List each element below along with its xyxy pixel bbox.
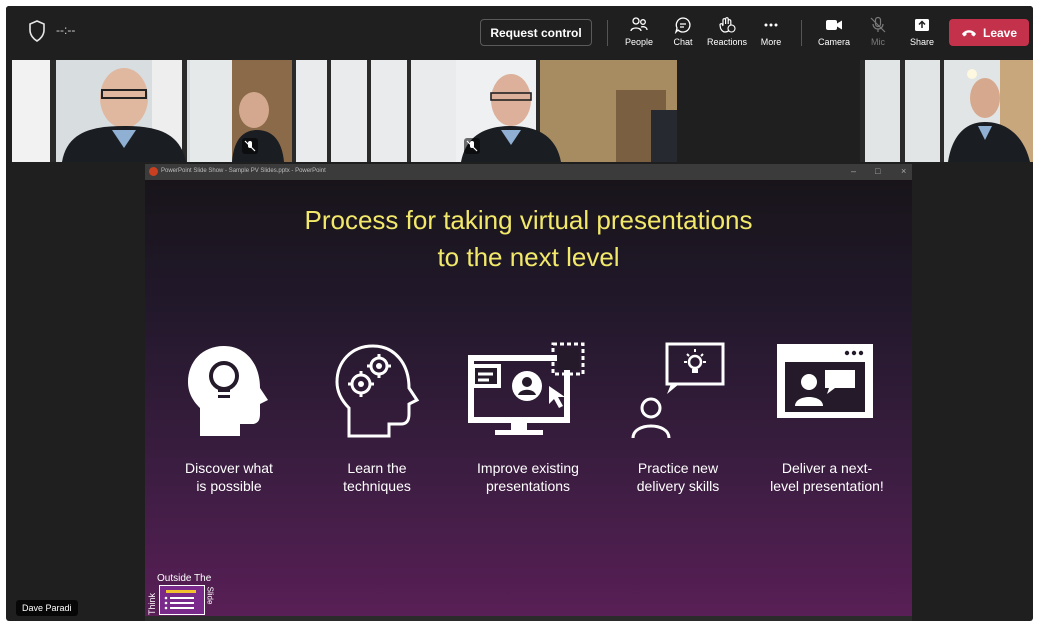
slide-title: Process for taking virtual presentations…	[145, 202, 912, 276]
chat-label: Chat	[673, 37, 693, 47]
share-icon	[915, 19, 929, 31]
shared-screen: PowerPoint Slide Show - Sample PV Slides…	[145, 164, 912, 621]
gears-head-icon	[335, 344, 420, 438]
more-label: More	[760, 37, 782, 47]
participant-video	[456, 60, 677, 162]
chat-button[interactable]: Chat	[661, 14, 705, 54]
camera-button[interactable]: Camera	[812, 14, 856, 54]
more-button[interactable]: More	[749, 14, 793, 54]
step-caption-line: is possible	[196, 478, 262, 494]
participant-video-tile[interactable]	[12, 60, 232, 162]
slide-title-line-2: to the next level	[437, 242, 620, 272]
powerpoint-status-bar	[145, 616, 912, 621]
reactions-icon	[719, 17, 736, 33]
shield-icon[interactable]	[28, 20, 46, 42]
mic-button[interactable]: Mic	[856, 14, 900, 54]
step-caption: Improve existing presentations	[458, 459, 598, 495]
share-button[interactable]: Share	[900, 14, 944, 54]
step-caption: Deliver a next- level presentation!	[757, 459, 897, 495]
mic-label: Mic	[871, 37, 885, 47]
step-caption-line: Improve existing	[477, 460, 579, 476]
step-caption-line: Learn the	[347, 460, 407, 476]
toolbar-divider	[801, 20, 802, 46]
leave-label: Leave	[982, 25, 1018, 40]
step-caption-line: level presentation!	[770, 478, 884, 494]
web-presenter-icon	[777, 344, 873, 418]
logo-text-right: Slide	[205, 586, 215, 605]
mic-off-icon	[870, 16, 886, 33]
step-caption-line: Practice new	[637, 460, 719, 476]
leave-button[interactable]: Leave	[949, 19, 1029, 46]
monitor-edit-icon	[468, 342, 585, 435]
toolbar-divider	[607, 20, 608, 46]
step-caption-line: Discover what	[185, 460, 273, 476]
step-caption-line: delivery skills	[636, 478, 720, 494]
minimize-icon[interactable]: –	[851, 166, 856, 176]
close-icon[interactable]: ×	[901, 166, 906, 176]
powerpoint-window-title: PowerPoint Slide Show - Sample PV Slides…	[161, 168, 326, 174]
people-icon	[630, 17, 648, 32]
request-control-button[interactable]: Request control	[480, 19, 592, 46]
powerpoint-icon	[149, 167, 158, 176]
camera-icon	[826, 20, 842, 30]
participant-name-badge: Dave Paradi	[16, 600, 78, 616]
logo-text-left: Think	[147, 592, 158, 616]
person-idea-icon	[631, 342, 725, 438]
meeting-toolbar: --:-- Request control People Chat Reacti…	[6, 6, 1033, 58]
mic-muted-icon	[464, 138, 480, 154]
powerpoint-title-bar: PowerPoint Slide Show - Sample PV Slides…	[145, 164, 912, 180]
participant-video	[12, 60, 232, 162]
step-caption-line: Deliver a next-	[781, 460, 873, 476]
step-caption-line: techniques	[343, 478, 411, 494]
participant-video	[232, 60, 456, 162]
participant-video-tile[interactable]	[456, 60, 677, 162]
people-label: People	[624, 37, 654, 47]
step-caption: Learn the techniques	[307, 459, 447, 495]
hang-up-icon	[961, 29, 976, 36]
lightbulb-head-icon	[188, 346, 268, 436]
reactions-button[interactable]: Reactions	[705, 14, 749, 54]
think-outside-the-slide-logo: Outside The Think Slide	[147, 569, 218, 617]
chat-icon	[674, 17, 691, 34]
camera-label: Camera	[817, 37, 850, 47]
participant-video-tile[interactable]	[232, 60, 456, 162]
logo-list-graphic	[159, 585, 205, 615]
step-caption-line: presentations	[485, 478, 571, 494]
people-button[interactable]: People	[617, 14, 661, 54]
participant-video-tile[interactable]	[860, 60, 1033, 162]
mic-muted-icon	[242, 138, 258, 154]
step-caption: Practice new delivery skills	[608, 459, 748, 495]
more-icon	[764, 23, 778, 27]
teams-meeting-window: --:-- Request control People Chat Reacti…	[6, 6, 1033, 621]
participant-video	[860, 60, 1033, 162]
reactions-label: Reactions	[706, 37, 748, 47]
logo-text-top: Outside The	[157, 573, 212, 584]
meeting-timer: --:--	[56, 23, 76, 37]
share-label: Share	[909, 37, 935, 47]
step-caption: Discover what is possible	[159, 459, 299, 495]
maximize-icon[interactable]: □	[875, 166, 880, 176]
slide-title-line-1: Process for taking virtual presentations	[304, 205, 753, 235]
